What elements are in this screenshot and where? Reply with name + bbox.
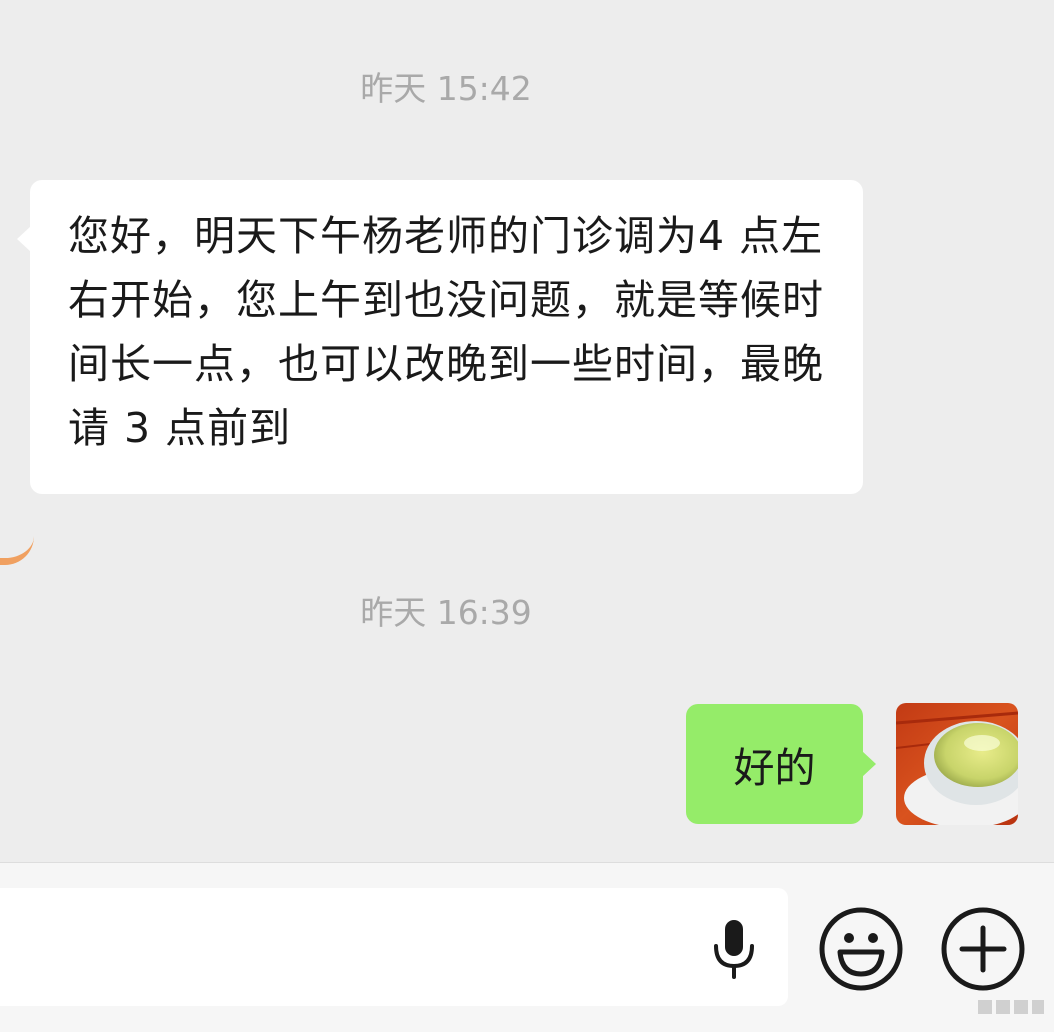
user-avatar[interactable] [896,703,1018,825]
incoming-message-bubble[interactable]: 您好，明天下午杨老师的门诊调为4 点左右开始，您上午到也没问题，就是等候时间长一… [17,180,863,494]
message-timestamp: 昨天 15:42 [360,69,532,108]
message-input[interactable] [0,888,788,1006]
partial-avatar-edge [0,536,34,565]
message-timestamp: 昨天 16:39 [360,593,532,632]
tea-cup-avatar-image [896,703,1018,825]
incoming-message-text: 您好，明天下午杨老师的门诊调为4 点左右开始，您上午到也没问题，就是等候时间长一… [68,212,824,452]
watermark-mark [978,1000,1044,1014]
emoji-icon[interactable] [818,906,904,992]
outgoing-message-text: 好的 [733,744,816,792]
plus-icon[interactable] [940,906,1026,992]
mic-icon[interactable] [710,918,758,980]
outgoing-message-bubble[interactable]: 好的 [686,704,876,824]
